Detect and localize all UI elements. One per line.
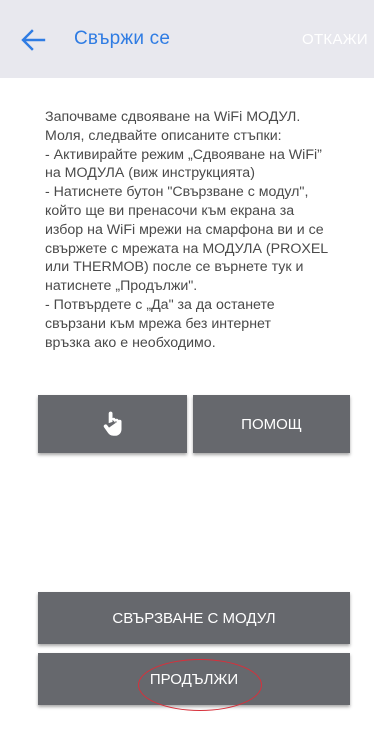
connect-module-button[interactable]: СВЪРЗВАНЕ С МОДУЛ (38, 592, 350, 644)
instruction-line: - Натиснете бутон "Свързване с модул", (45, 184, 309, 201)
hand-button[interactable] (38, 395, 187, 453)
instruction-line: натиснете „Продължи". (45, 278, 198, 295)
instruction-line: Започваме сдвояване на WiFi МОДУЛ. (45, 109, 301, 125)
toolbar: Свържи се ОТКАЖИ (0, 0, 374, 78)
instruction-line: на МОДУЛА (виж инструкцията) (45, 165, 255, 182)
instructions-text: Започваме сдвояване на WiFi МОДУЛ. Моля,… (45, 108, 363, 352)
instruction-line: - Активирайте режим „Сдвояване на WiFi” (45, 146, 322, 163)
cancel-button[interactable]: ОТКАЖИ (302, 31, 368, 48)
arrow-left-icon[interactable] (20, 28, 46, 52)
continue-button[interactable]: ПРОДЪЛЖИ (38, 653, 350, 705)
help-button[interactable]: ПОМОЩ (193, 395, 350, 453)
instruction-line: който ще ви пренасочи към екрана за (45, 202, 295, 219)
instruction-line: свържете с мрежата на МОДУЛА (PROXEL (45, 240, 329, 257)
instruction-line: свързани към мрежа без интернет (45, 315, 271, 332)
hand-pointer-icon (103, 411, 121, 436)
instruction-line: връзка ако е необходимо. (45, 334, 216, 351)
page-title: Свържи се (74, 28, 171, 49)
instruction-line: или THERMOB) после се върнете тук и (45, 259, 304, 276)
instruction-line: - Потвърдете с „Да" за да останете (45, 296, 275, 313)
instruction-line: избор на WiFi мрежи на смарфона ви и се (45, 221, 324, 238)
instruction-line: Моля, следвайте описаните стъпки: (45, 127, 282, 144)
